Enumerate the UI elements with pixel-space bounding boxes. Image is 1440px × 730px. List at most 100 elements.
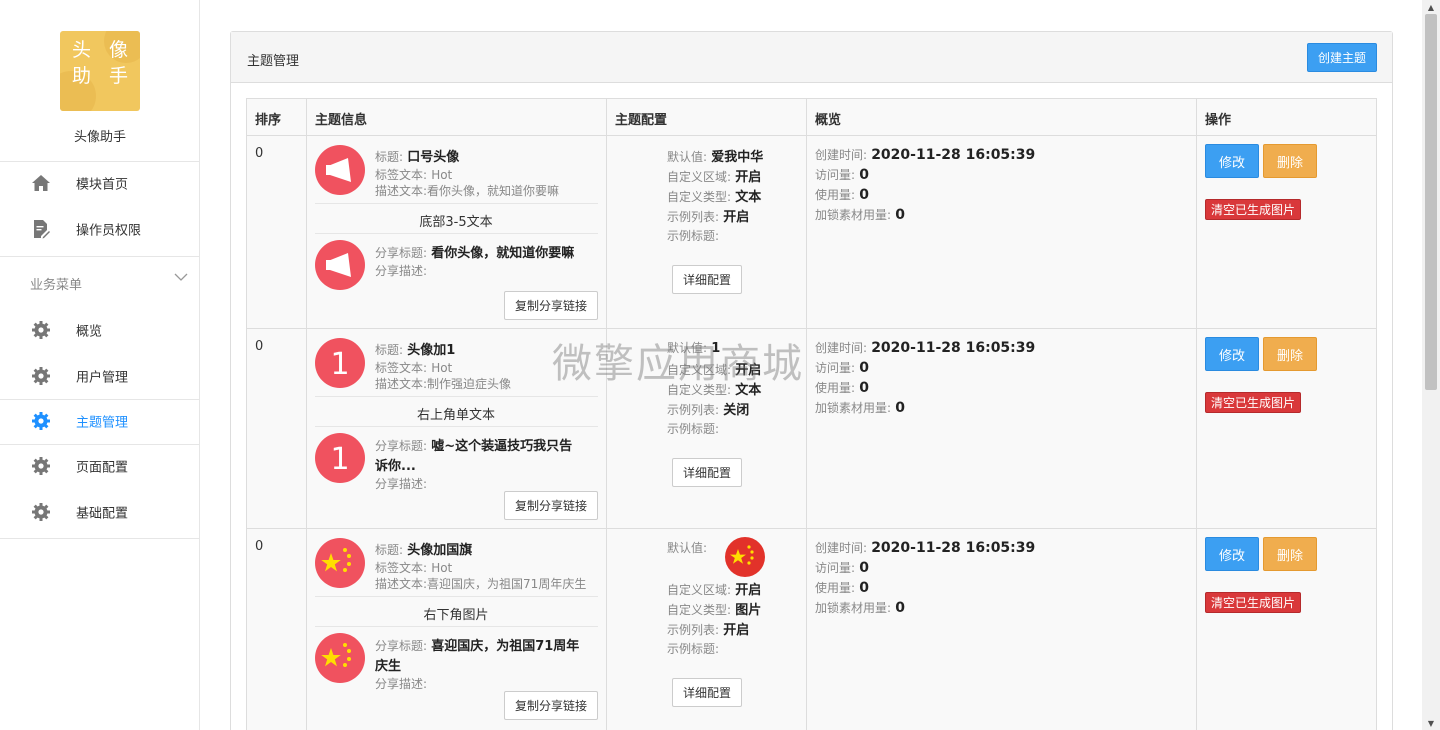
column-header-overview: 概览: [815, 113, 842, 128]
menu-group-title[interactable]: 业务菜单: [30, 274, 82, 293]
logo-text: 头 像助 手: [71, 39, 135, 87]
clear-generated-images-button[interactable]: 清空已生成图片: [1205, 392, 1301, 413]
edit-button[interactable]: 修改: [1205, 337, 1259, 371]
create-theme-button[interactable]: 创建主题: [1307, 43, 1377, 72]
overview-usage: 使用量: 0: [815, 380, 869, 396]
copy-share-link-button[interactable]: 复制分享链接: [504, 491, 598, 520]
config-default: 默认值:: [667, 541, 708, 555]
theme-title: 标题: 头像加国旗: [375, 543, 473, 558]
overview-visits: 访问量: 0: [815, 167, 869, 183]
overview-usage: 使用量: 0: [815, 187, 869, 203]
share-desc: 分享描述:: [375, 477, 428, 491]
sidebar-item-theme-management[interactable]: 主题管理: [0, 399, 200, 443]
config-type: 自定义类型: 图片: [667, 603, 762, 618]
edit-button[interactable]: 修改: [1205, 537, 1259, 571]
divider: [0, 538, 200, 539]
china-flag-icon: [315, 633, 365, 683]
gear-icon: [30, 455, 52, 477]
copy-share-link-button[interactable]: 复制分享链接: [504, 291, 598, 320]
card-header: 主题管理 创建主题: [231, 32, 1392, 83]
overview-lock: 加锁素材用量: 0: [815, 400, 905, 416]
config-default: 默认值: 爱我中华: [667, 150, 764, 165]
config-example-title: 示例标题:: [667, 229, 720, 243]
detail-config-button[interactable]: 详细配置: [672, 265, 742, 294]
overview-created: 创建时间: 2020-11-28 16:05:39: [815, 340, 1036, 356]
sidebar-item-label: 操作员权限: [76, 223, 142, 239]
config-list: 示例列表: 关闭: [667, 403, 750, 418]
sidebar-item-operator-permission[interactable]: 操作员权限: [0, 207, 200, 251]
share-title-cont: 庆生: [375, 659, 402, 674]
divider: [0, 256, 200, 257]
sidebar-item-user-management[interactable]: 用户管理: [0, 354, 200, 398]
theme-tag: 标签文本: Hot: [375, 561, 453, 575]
share-title: 分享标题: 嘘~这个装逼技巧我只告: [375, 439, 573, 454]
delete-button[interactable]: 删除: [1263, 537, 1317, 571]
number-one-icon: 1: [315, 433, 365, 483]
column-header-sort: 排序: [255, 113, 282, 128]
overview-lock: 加锁素材用量: 0: [815, 207, 905, 223]
share-title: 分享标题: 喜迎国庆，为祖国71周年: [375, 639, 580, 654]
copy-share-link-button[interactable]: 复制分享链接: [504, 691, 598, 720]
app-name: 头像助手: [73, 130, 126, 145]
clear-generated-images-button[interactable]: 清空已生成图片: [1205, 592, 1301, 613]
sidebar-item-module-home[interactable]: 模块首页: [0, 161, 200, 205]
table-header: 排序 主题信息 主题配置 概览 操作: [247, 99, 1376, 136]
theme-title: 标题: 口号头像: [375, 150, 460, 165]
sidebar-item-label: 页面配置: [76, 460, 129, 476]
gear-icon: [30, 365, 52, 387]
sidebar-item-basic-config[interactable]: 基础配置: [0, 490, 200, 534]
theme-title: 标题: 头像加1: [375, 343, 456, 358]
config-example-title: 示例标题:: [667, 642, 720, 656]
number-one-icon: 1: [315, 338, 365, 388]
share-desc: 分享描述:: [375, 264, 428, 278]
chevron-down-icon[interactable]: [174, 272, 188, 282]
sort-value: 0: [255, 339, 264, 354]
gear-icon: [30, 319, 52, 341]
column-header-actions: 操作: [1205, 113, 1232, 128]
theme-desc: 描述文本:制作强迫症头像: [375, 377, 512, 391]
gear-icon: [30, 410, 52, 432]
theme-tag: 标签文本: Hot: [375, 361, 453, 375]
overview-created: 创建时间: 2020-11-28 16:05:39: [815, 147, 1036, 163]
share-title-cont: 诉你...: [375, 459, 416, 474]
delete-button[interactable]: 删除: [1263, 144, 1317, 178]
app-logo: 头 像助 手: [60, 31, 140, 111]
config-list: 示例列表: 开启: [667, 210, 750, 225]
scroll-down-arrow-icon[interactable]: ▼: [1422, 716, 1440, 730]
config-list: 示例列表: 开启: [667, 623, 750, 638]
document-edit-icon: [30, 218, 52, 240]
overview-usage: 使用量: 0: [815, 580, 869, 596]
scrollbar-thumb[interactable]: [1425, 14, 1437, 390]
config-area: 自定义区域: 开启: [667, 170, 762, 185]
megaphone-icon: [315, 240, 365, 290]
detail-config-button[interactable]: 详细配置: [672, 458, 742, 487]
sidebar-item-page-config[interactable]: 页面配置: [0, 444, 200, 488]
config-type: 自定义类型: 文本: [667, 190, 762, 205]
sidebar-item-label: 基础配置: [76, 506, 129, 522]
config-area: 自定义区域: 开启: [667, 363, 762, 378]
overview-created: 创建时间: 2020-11-28 16:05:39: [815, 540, 1036, 556]
delete-button[interactable]: 删除: [1263, 337, 1317, 371]
edit-button[interactable]: 修改: [1205, 144, 1259, 178]
config-example-title: 示例标题:: [667, 422, 720, 436]
config-default: 默认值: 1: [667, 341, 721, 356]
sort-value: 0: [255, 146, 264, 161]
home-icon: [30, 172, 52, 194]
scroll-up-arrow-icon[interactable]: ▲: [1422, 0, 1440, 14]
sidebar-item-overview[interactable]: 概览: [0, 308, 200, 352]
theme-tag: 标签文本: Hot: [375, 168, 453, 182]
page-title: 主题管理: [247, 54, 300, 69]
detail-config-button[interactable]: 详细配置: [672, 678, 742, 707]
vertical-scrollbar[interactable]: ▲ ▼: [1422, 0, 1440, 730]
china-flag-icon: [315, 538, 365, 588]
megaphone-icon: [315, 145, 365, 195]
column-header-theme-info: 主题信息: [315, 113, 368, 128]
sidebar: 头 像助 手 头像助手 模块首页 操作员权限 业务菜单 概览 用户管理 主题管理…: [0, 0, 200, 730]
config-type: 自定义类型: 文本: [667, 383, 762, 398]
column-header-theme-config: 主题配置: [615, 113, 668, 128]
share-title: 分享标题: 看你头像，就知道你要嘛: [375, 246, 575, 261]
bottom-text: 右上角单文本: [416, 408, 495, 423]
overview-visits: 访问量: 0: [815, 560, 869, 576]
overview-visits: 访问量: 0: [815, 360, 869, 376]
clear-generated-images-button[interactable]: 清空已生成图片: [1205, 199, 1301, 220]
